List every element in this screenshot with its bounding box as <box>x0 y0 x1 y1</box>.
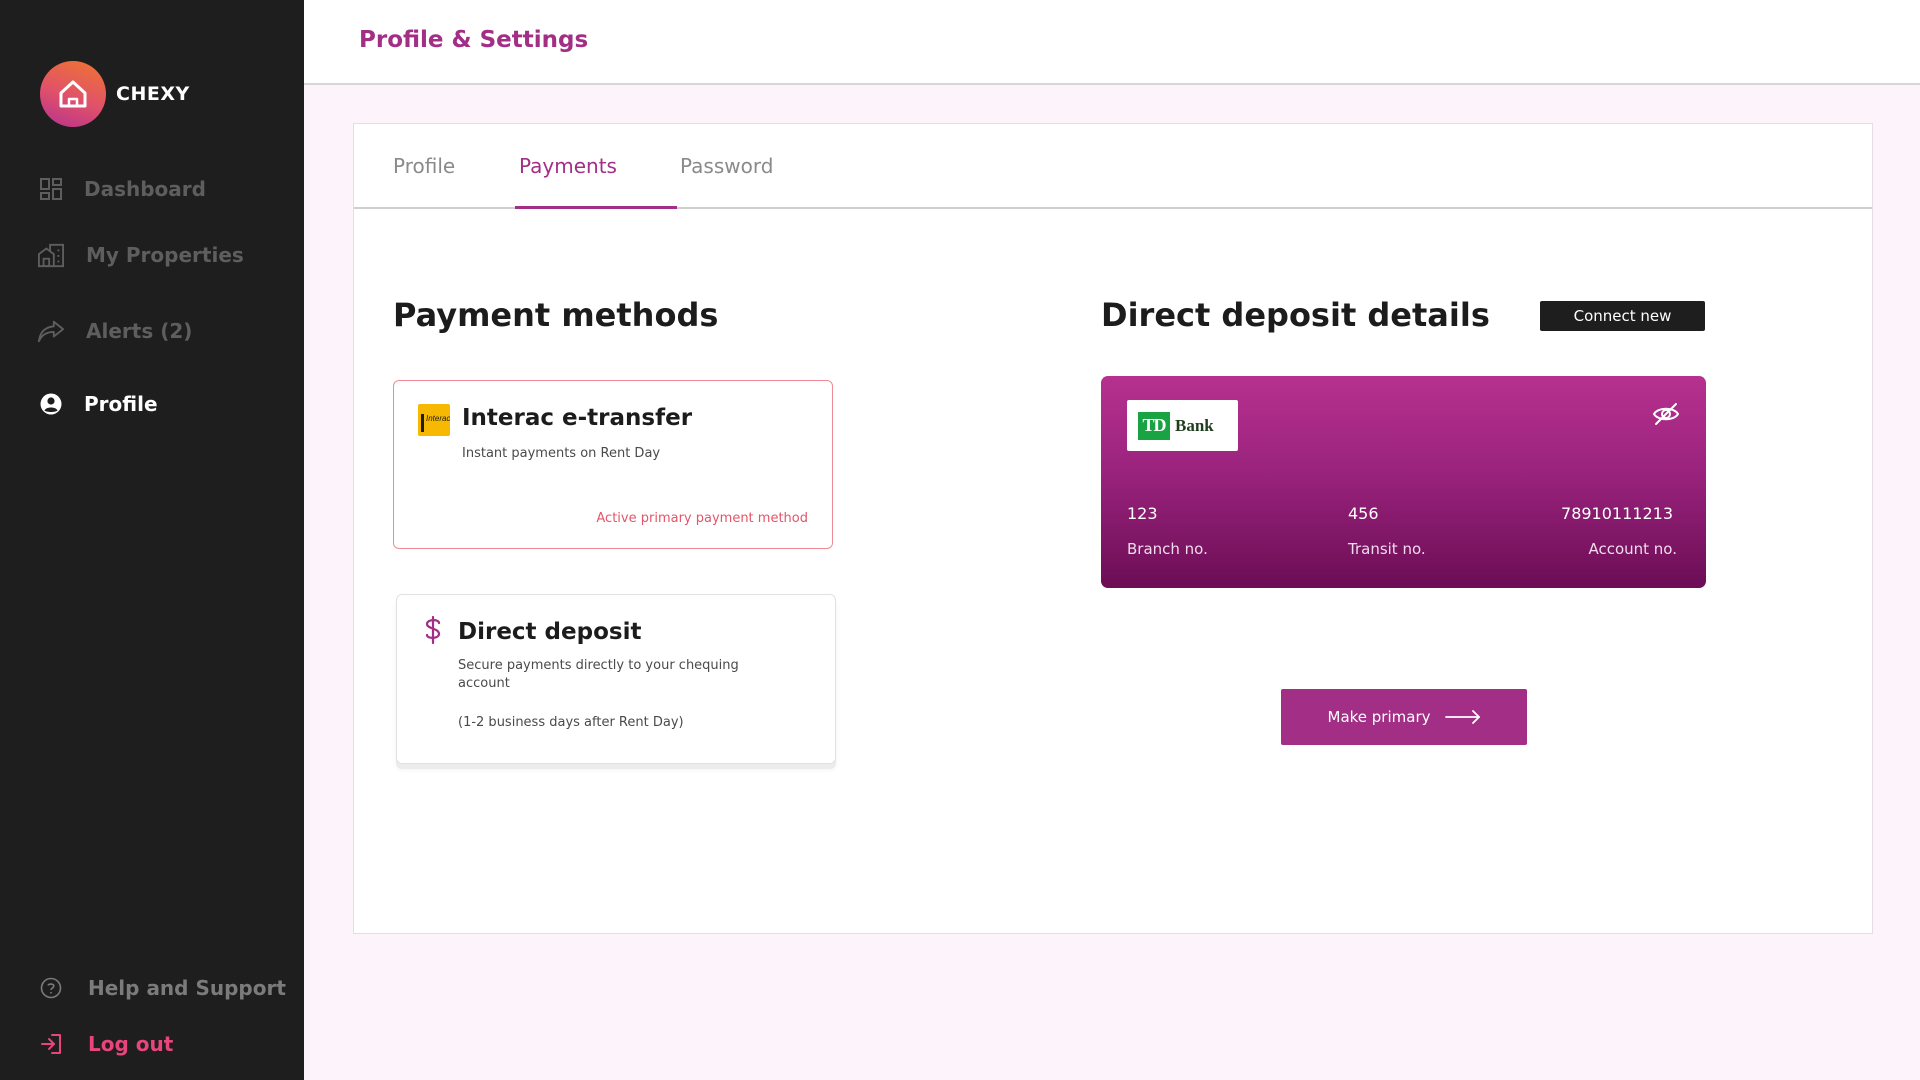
interac-method-card[interactable]: Interac Interac e-transfer Instant payme… <box>393 380 833 549</box>
direct-deposit-title: Direct deposit <box>458 619 642 645</box>
connect-new-button[interactable]: Connect new <box>1540 301 1705 331</box>
sidebar-item-dashboard[interactable]: Dashboard <box>38 176 206 202</box>
sidebar-item-label: My Properties <box>86 243 244 267</box>
sidebar-item-label: Log out <box>88 1032 174 1056</box>
page-title: Profile & Settings <box>359 27 589 53</box>
primary-method-status: Active primary payment method <box>596 511 808 526</box>
direct-deposit-details-title: Direct deposit details <box>1101 296 1490 334</box>
td-bank-logo: TD Bank <box>1127 400 1238 451</box>
sidebar: CHEXY Dashboard My Properties Alerts (2) <box>0 0 304 1080</box>
bank-name: Bank <box>1175 415 1214 435</box>
top-header: Profile & Settings <box>304 0 1920 85</box>
account-label: Account no. <box>1588 540 1677 558</box>
td-logo-mark: TD <box>1138 411 1170 440</box>
dashboard-icon <box>38 176 64 202</box>
interac-logo-icon: Interac <box>418 404 450 436</box>
tab-payments[interactable]: Payments <box>519 154 617 178</box>
sidebar-item-label: Alerts (2) <box>86 319 193 343</box>
sidebar-item-alerts[interactable]: Alerts (2) <box>38 318 192 344</box>
transit-label: Transit no. <box>1348 540 1426 558</box>
make-primary-label: Make primary <box>1327 708 1431 726</box>
interac-logo-text: Interac <box>426 414 450 423</box>
sidebar-item-help-and-support[interactable]: Help and Support <box>38 975 286 1001</box>
arrow-right-icon <box>1444 710 1480 724</box>
building-icon <box>38 242 64 268</box>
make-primary-button[interactable]: Make primary <box>1281 689 1527 745</box>
user-circle-icon <box>38 391 64 417</box>
direct-deposit-note: (1-2 business days after Rent Day) <box>458 715 684 730</box>
settings-tabs: Profile Payments Password <box>354 124 1872 209</box>
sidebar-item-label: Profile <box>84 392 158 416</box>
sidebar-item-label: Help and Support <box>88 976 286 1000</box>
logout-icon <box>38 1031 64 1057</box>
account-number: 78910111213 <box>1561 504 1673 523</box>
bank-account-card: TD Bank 123 Branch no. 456 Transit no. 7… <box>1101 376 1706 588</box>
brand[interactable]: CHEXY <box>40 61 190 127</box>
sidebar-item-label: Dashboard <box>84 177 206 201</box>
share-arrow-icon <box>38 318 64 344</box>
dollar-icon <box>419 615 451 647</box>
transit-number: 456 <box>1348 504 1379 523</box>
branch-label: Branch no. <box>1127 540 1208 558</box>
logout-button[interactable]: Log out <box>38 1031 173 1057</box>
tab-password[interactable]: Password <box>680 154 773 178</box>
help-circle-icon <box>38 975 64 1001</box>
direct-deposit-method-card[interactable]: Direct deposit Secure payments directly … <box>396 594 836 764</box>
active-tab-indicator <box>515 206 677 209</box>
payment-methods-title: Payment methods <box>393 296 719 334</box>
brand-name: CHEXY <box>116 83 190 105</box>
direct-deposit-subtitle: Secure payments directly to your chequin… <box>458 658 739 691</box>
interac-title: Interac e-transfer <box>462 405 693 431</box>
interac-subtitle: Instant payments on Rent Day <box>462 446 661 461</box>
chexy-logo-icon <box>40 61 106 127</box>
eye-off-icon[interactable] <box>1652 402 1680 426</box>
sidebar-item-profile[interactable]: Profile <box>38 391 158 417</box>
settings-panel: Profile Payments Password Payment method… <box>353 123 1873 934</box>
sidebar-item-my-properties[interactable]: My Properties <box>38 242 244 268</box>
branch-number: 123 <box>1127 504 1158 523</box>
tab-profile[interactable]: Profile <box>393 154 455 178</box>
